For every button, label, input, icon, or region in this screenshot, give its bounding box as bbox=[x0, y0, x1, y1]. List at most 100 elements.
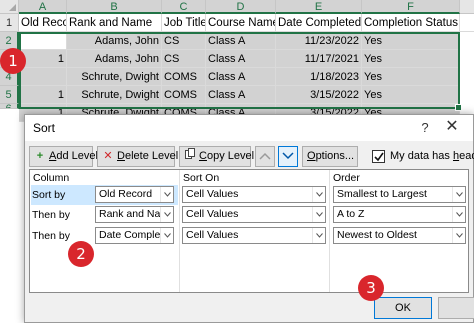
move-down-button[interactable] bbox=[278, 146, 298, 167]
cell-d3[interactable]: Class A bbox=[206, 50, 276, 68]
level-2-order-select[interactable]: A to Z bbox=[333, 206, 466, 223]
level-1-sort-on-select[interactable]: Cell Values bbox=[182, 186, 326, 203]
chevron-up-icon bbox=[259, 152, 271, 160]
copy-icon bbox=[184, 147, 196, 166]
chevron-down-icon[interactable] bbox=[160, 187, 173, 202]
column-header-g[interactable] bbox=[460, 0, 474, 14]
column-header-f[interactable]: F bbox=[362, 0, 460, 14]
sort-levels-grid: Column Sort On Order Sort by Old Record … bbox=[29, 169, 469, 293]
cell-a2[interactable] bbox=[19, 32, 67, 50]
cell-c4[interactable]: COMS bbox=[162, 68, 206, 86]
delete-x-icon: ✕ bbox=[103, 150, 113, 162]
cell-d4[interactable]: Class A bbox=[206, 68, 276, 86]
spreadsheet-grid: A B C D E F 1 2 3 4 5 6 Old Record Rank … bbox=[0, 0, 474, 122]
cell-e5[interactable]: 3/15/2022 bbox=[276, 86, 362, 104]
column-header-e[interactable]: E bbox=[276, 0, 362, 14]
row-header-1[interactable]: 1 bbox=[0, 14, 19, 32]
chevron-down-icon[interactable] bbox=[312, 228, 325, 243]
cell-b3[interactable]: Adams, John bbox=[67, 50, 162, 68]
help-icon[interactable]: ? bbox=[418, 120, 432, 136]
level-3-order-select[interactable]: Newest to Oldest bbox=[333, 227, 466, 244]
close-icon[interactable]: ✕ bbox=[443, 118, 461, 136]
cell-a3[interactable]: 1 bbox=[19, 50, 67, 68]
cell-a5[interactable]: 1 bbox=[19, 86, 67, 104]
dialog-titlebar[interactable]: Sort ? ✕ bbox=[25, 115, 473, 141]
chevron-down-icon[interactable] bbox=[452, 187, 465, 202]
callout-2: 2 bbox=[68, 241, 94, 267]
my-data-has-headers-label[interactable]: My data has headers bbox=[390, 150, 474, 162]
level-1-column-select[interactable]: Old Record bbox=[95, 186, 174, 203]
row-header-5[interactable]: 5 bbox=[0, 86, 19, 104]
cell-b4[interactable]: Schrute, Dwight bbox=[67, 68, 162, 86]
level-1-order-value: Smallest to Largest bbox=[337, 188, 427, 200]
column-header-a[interactable]: A bbox=[19, 0, 67, 14]
cell-b5[interactable]: Schrute, Dwight bbox=[67, 86, 162, 104]
delete-level-label: elete Level bbox=[124, 150, 179, 162]
cell-e3[interactable]: 11/17/2021 bbox=[276, 50, 362, 68]
level-2-column-select[interactable]: Rank and Name bbox=[95, 206, 174, 223]
grid-header-sort-on: Sort On bbox=[183, 172, 220, 184]
cell-d5[interactable]: Class A bbox=[206, 86, 276, 104]
chevron-down-icon[interactable] bbox=[312, 187, 325, 202]
headers-label-rest: eaders bbox=[459, 150, 474, 162]
add-level-button[interactable]: + Add Level bbox=[29, 146, 98, 167]
cancel-button[interactable] bbox=[438, 297, 474, 319]
level-3-column-select[interactable]: Date Completed bbox=[95, 227, 174, 244]
level-1-label: Sort by bbox=[32, 189, 66, 201]
options-button[interactable]: Options... bbox=[302, 146, 358, 167]
column-header-c[interactable]: C bbox=[162, 0, 206, 14]
chevron-down-icon[interactable] bbox=[160, 207, 173, 222]
callout-3: 3 bbox=[358, 275, 384, 301]
move-up-button[interactable] bbox=[255, 146, 275, 167]
level-3-order-value: Newest to Oldest bbox=[337, 229, 417, 241]
chevron-down-icon[interactable] bbox=[312, 207, 325, 222]
header-cell-job-title[interactable]: Job Title bbox=[162, 14, 206, 32]
column-header-b[interactable]: B bbox=[67, 0, 162, 14]
level-2-sort-on-value: Cell Values bbox=[186, 208, 239, 220]
level-3-sort-on-value: Cell Values bbox=[186, 229, 239, 241]
level-3-sort-on-select[interactable]: Cell Values bbox=[182, 227, 326, 244]
chevron-down-icon[interactable] bbox=[452, 228, 465, 243]
level-1-sort-on-value: Cell Values bbox=[186, 188, 239, 200]
delete-level-button[interactable]: ✕ Delete Level bbox=[97, 146, 179, 167]
cell-b2[interactable]: Adams, John bbox=[67, 32, 162, 50]
cell-c3[interactable]: CS bbox=[162, 50, 206, 68]
delete-level-access-key: D bbox=[117, 150, 125, 162]
header-cell-completion-status[interactable]: Completion Status bbox=[362, 14, 460, 32]
dialog-title: Sort bbox=[33, 121, 56, 135]
row-header-6[interactable]: 6 bbox=[0, 104, 19, 109]
add-level-label: dd Level bbox=[56, 150, 98, 162]
ok-button[interactable]: OK bbox=[374, 297, 432, 319]
grid-divider bbox=[179, 170, 180, 292]
headers-label-prefix: My data has bbox=[390, 150, 453, 162]
cell-f5[interactable]: Yes bbox=[362, 86, 460, 104]
chevron-down-icon[interactable] bbox=[452, 207, 465, 222]
empty-cell[interactable] bbox=[460, 14, 474, 32]
select-all-corner[interactable] bbox=[0, 0, 19, 14]
callout-1: 1 bbox=[0, 48, 26, 74]
grid-divider bbox=[329, 170, 330, 292]
column-header-d[interactable]: D bbox=[206, 0, 276, 14]
cell-a4[interactable] bbox=[19, 68, 67, 86]
my-data-has-headers-checkbox[interactable] bbox=[372, 150, 385, 163]
cell-d2[interactable]: Class A bbox=[206, 32, 276, 50]
copy-level-button[interactable]: Copy Level bbox=[179, 146, 254, 167]
cell-c2[interactable]: CS bbox=[162, 32, 206, 50]
header-cell-course-name[interactable]: Course Name bbox=[206, 14, 276, 32]
header-cell-rank-and-name[interactable]: Rank and Name bbox=[67, 14, 162, 32]
level-1-column-value: Old Record bbox=[99, 188, 153, 200]
level-2-sort-on-select[interactable]: Cell Values bbox=[182, 206, 326, 223]
chevron-down-icon[interactable] bbox=[160, 228, 173, 243]
cell-f4[interactable]: Yes bbox=[362, 68, 460, 86]
header-cell-old-record[interactable]: Old Record bbox=[19, 14, 67, 32]
cell-f2[interactable]: Yes bbox=[362, 32, 460, 50]
cell-e4[interactable]: 1/18/2023 bbox=[276, 68, 362, 86]
cell-c5[interactable]: COMS bbox=[162, 86, 206, 104]
chevron-down-icon bbox=[282, 152, 294, 160]
level-1-order-select[interactable]: Smallest to Largest bbox=[333, 186, 466, 203]
cell-f3[interactable]: Yes bbox=[362, 50, 460, 68]
level-2-label: Then by bbox=[32, 209, 70, 221]
header-cell-date-completed[interactable]: Date Completed bbox=[276, 14, 362, 32]
cell-e2[interactable]: 11/23/2022 bbox=[276, 32, 362, 50]
copy-level-access-key: C bbox=[199, 150, 207, 162]
